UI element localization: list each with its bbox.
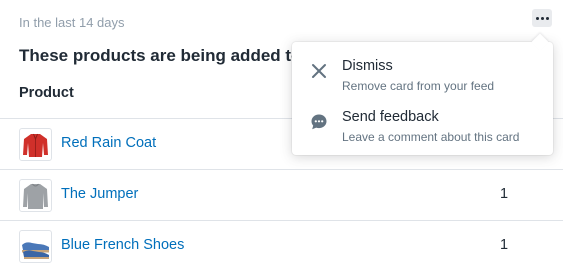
table-row: The Jumper 1 xyxy=(0,169,563,221)
product-qty: 1 xyxy=(500,186,509,202)
grey-jumper-thumbnail xyxy=(19,179,52,212)
product-link[interactable]: Blue French Shoes xyxy=(61,237,184,253)
menu-item-description: Leave a comment about this card xyxy=(342,130,520,144)
product-link[interactable]: Red Rain Coat xyxy=(61,135,156,151)
product-column-header: Product xyxy=(19,85,74,101)
menu-item-title: Send feedback xyxy=(342,109,439,125)
menu-item-dismiss[interactable]: Dismiss Remove card from your feed xyxy=(292,55,553,101)
card-heading: These products are being added to xyxy=(19,46,302,65)
menu-item-send-feedback[interactable]: Send feedback Leave a comment about this… xyxy=(292,106,553,152)
dot-icon xyxy=(545,16,549,20)
close-icon xyxy=(310,62,328,80)
product-card: In the last 14 days These products are b… xyxy=(0,0,563,269)
dot-icon xyxy=(535,16,539,20)
card-subtitle: In the last 14 days xyxy=(19,15,125,30)
table-row: Blue French Shoes 1 xyxy=(0,220,563,269)
product-link[interactable]: The Jumper xyxy=(61,186,138,202)
product-qty: 1 xyxy=(500,237,509,253)
popover-caret xyxy=(531,33,549,51)
red-coat-thumbnail xyxy=(19,128,52,161)
dot-icon xyxy=(540,16,544,20)
blue-shoes-thumbnail xyxy=(19,230,52,263)
card-actions-popover: Dismiss Remove card from your feed Send … xyxy=(292,33,553,155)
menu-item-description: Remove card from your feed xyxy=(342,79,495,93)
menu-item-title: Dismiss xyxy=(342,58,393,74)
more-actions-button[interactable] xyxy=(532,9,552,27)
chat-bubble-icon xyxy=(310,113,328,131)
